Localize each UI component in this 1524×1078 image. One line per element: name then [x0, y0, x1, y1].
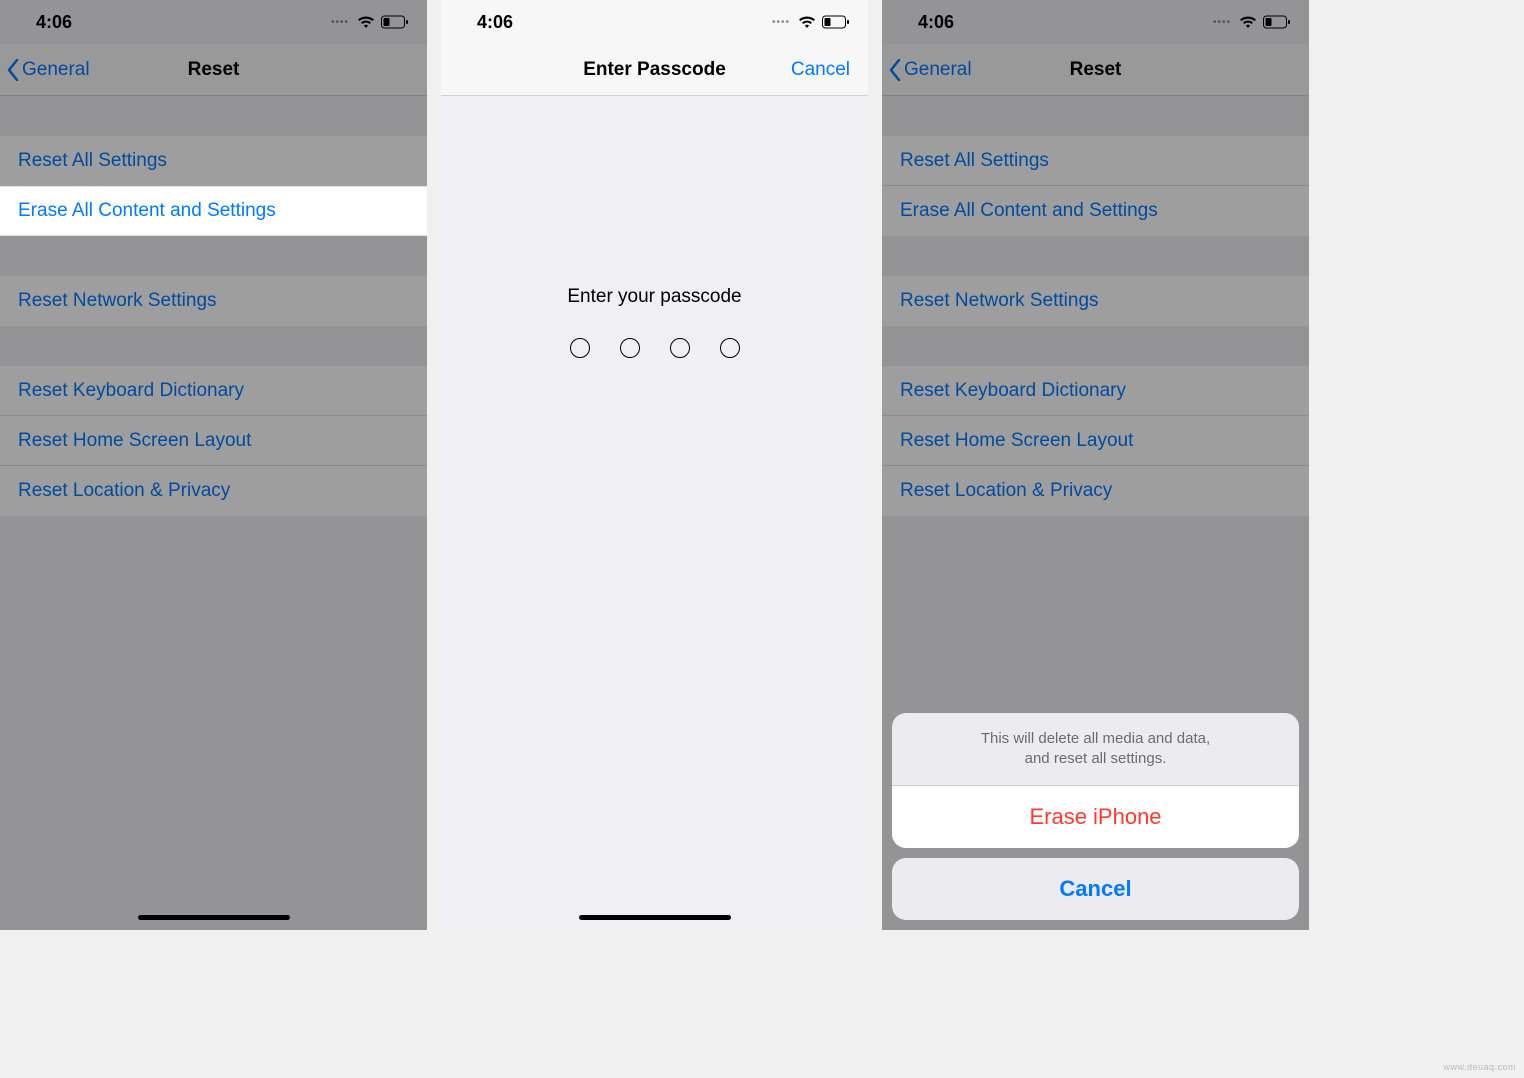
passcode-dot-2 — [620, 338, 640, 358]
reset-home-screen-item[interactable]: Reset Home Screen Layout — [882, 416, 1309, 466]
wifi-icon — [1239, 15, 1257, 29]
back-button[interactable]: General — [6, 59, 90, 81]
passcode-dots — [441, 338, 868, 358]
erase-all-content-item[interactable]: Erase All Content and Settings — [882, 186, 1309, 236]
nav-bar: General Reset — [882, 44, 1309, 96]
reset-all-settings-item[interactable]: Reset All Settings — [0, 136, 427, 186]
status-time: 4:06 — [477, 12, 513, 33]
chevron-left-icon — [888, 59, 902, 81]
screenshot-confirm-erase: 4:06 •••• General Reset Reset All Settin… — [882, 0, 1309, 930]
reset-network-item[interactable]: Reset Network Settings — [882, 276, 1309, 326]
wifi-icon — [357, 15, 375, 29]
passcode-dot-1 — [570, 338, 590, 358]
reset-location-item[interactable]: Reset Location & Privacy — [882, 466, 1309, 516]
reset-keyboard-item[interactable]: Reset Keyboard Dictionary — [0, 366, 427, 416]
status-time: 4:06 — [36, 12, 72, 33]
battery-icon — [1263, 15, 1291, 29]
reset-all-settings-item[interactable]: Reset All Settings — [882, 136, 1309, 186]
reset-keyboard-item[interactable]: Reset Keyboard Dictionary — [882, 366, 1309, 416]
back-button[interactable]: General — [888, 59, 972, 81]
action-sheet-main: This will delete all media and data, and… — [892, 713, 1299, 849]
passcode-prompt: Enter your passcode — [441, 286, 868, 308]
watermark: www.deuaq.com — [1443, 1062, 1516, 1072]
reset-network-item[interactable]: Reset Network Settings — [0, 276, 427, 326]
list-group-3: Reset Keyboard Dictionary Reset Home Scr… — [882, 366, 1309, 516]
status-indicators: •••• — [1213, 15, 1291, 29]
action-sheet-message: This will delete all media and data, and… — [892, 713, 1299, 787]
status-time: 4:06 — [918, 12, 954, 33]
list-group-1: Reset All Settings Erase All Content and… — [882, 136, 1309, 236]
status-bar: 4:06 •••• — [441, 0, 868, 44]
action-sheet: This will delete all media and data, and… — [892, 713, 1299, 921]
reset-location-item[interactable]: Reset Location & Privacy — [0, 466, 427, 516]
erase-all-content-item[interactable]: Erase All Content and Settings — [0, 186, 427, 236]
cellular-dots-icon: •••• — [331, 17, 349, 28]
cancel-button[interactable]: Cancel — [791, 59, 850, 81]
status-bar: 4:06 •••• — [0, 0, 427, 44]
list-group-2: Reset Network Settings — [0, 276, 427, 326]
screenshot-passcode: 4:06 •••• Enter Passcode Cancel Enter yo… — [441, 0, 868, 930]
sheet-msg-line2: and reset all settings. — [1025, 750, 1167, 767]
home-indicator[interactable] — [579, 915, 731, 920]
battery-icon — [381, 15, 409, 29]
status-bar: 4:06 •••• — [882, 0, 1309, 44]
passcode-dot-3 — [670, 338, 690, 358]
passcode-dot-4 — [720, 338, 740, 358]
cellular-dots-icon: •••• — [772, 17, 790, 28]
cellular-dots-icon: •••• — [1213, 17, 1231, 28]
status-indicators: •••• — [772, 15, 850, 29]
battery-icon — [822, 15, 850, 29]
screenshot-reset-menu: 4:06 •••• General Reset Reset All Settin… — [0, 0, 427, 930]
list-group-2: Reset Network Settings — [882, 276, 1309, 326]
nav-bar: Enter Passcode Cancel — [441, 44, 868, 96]
erase-iphone-button[interactable]: Erase iPhone — [892, 786, 1299, 848]
back-label: General — [22, 59, 90, 81]
status-indicators: •••• — [331, 15, 409, 29]
chevron-left-icon — [6, 59, 20, 81]
home-indicator[interactable] — [138, 915, 290, 920]
cancel-button[interactable]: Cancel — [892, 858, 1299, 920]
page-title: Enter Passcode — [583, 59, 726, 81]
page-title: Reset — [188, 59, 240, 81]
wifi-icon — [798, 15, 816, 29]
list-group-3: Reset Keyboard Dictionary Reset Home Scr… — [0, 366, 427, 516]
list-group-1: Reset All Settings — [0, 136, 427, 186]
back-label: General — [904, 59, 972, 81]
sheet-msg-line1: This will delete all media and data, — [981, 730, 1210, 747]
page-title: Reset — [1070, 59, 1122, 81]
nav-bar: General Reset — [0, 44, 427, 96]
reset-home-screen-item[interactable]: Reset Home Screen Layout — [0, 416, 427, 466]
